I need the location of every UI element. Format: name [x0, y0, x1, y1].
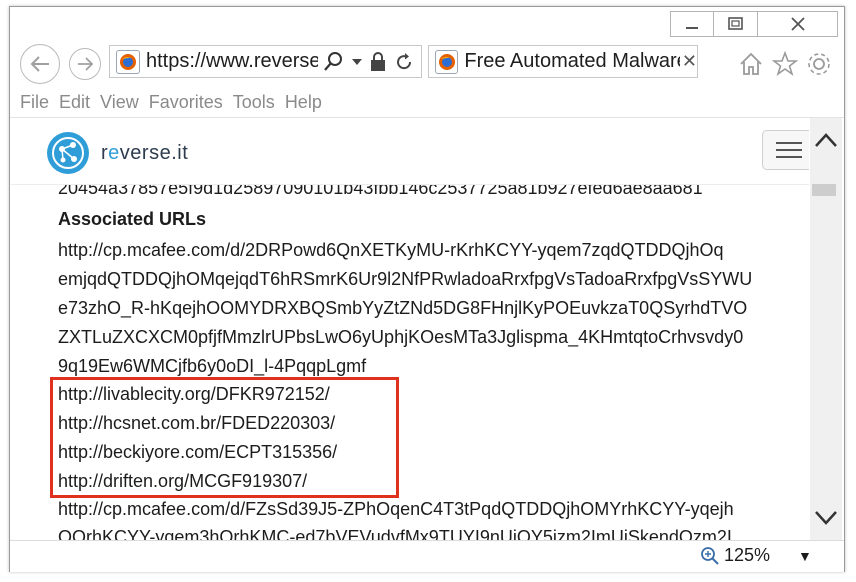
- url-line: http://cp.mcafee.com/d/FZsSd39J5-ZPhOqen…: [58, 499, 734, 519]
- home-icon[interactable]: [738, 51, 764, 77]
- zoom-control[interactable]: 125% ▼: [700, 545, 812, 566]
- firefox-icon: [120, 53, 136, 70]
- tab-close-icon[interactable]: ✕: [682, 51, 697, 72]
- minimize-icon: [686, 27, 698, 29]
- zoom-dropdown-icon[interactable]: ▼: [798, 548, 812, 564]
- tab-title[interactable]: Free Automated Malware ...: [464, 50, 680, 73]
- close-button[interactable]: [758, 11, 838, 37]
- firefox-icon: [438, 53, 455, 70]
- browser-window: https://www.reverse.it/ Free Automated M…: [9, 6, 845, 572]
- close-icon: [790, 17, 805, 31]
- hamburger-menu-button[interactable]: [762, 130, 809, 170]
- minimize-button[interactable]: [670, 11, 714, 37]
- arrow-right-icon: [78, 57, 94, 71]
- maximize-icon: [727, 17, 743, 30]
- site-favicon: [116, 49, 140, 74]
- url-line: http://cp.mcafee.com/d/2DRPowd6QnXETKyMU…: [58, 240, 724, 260]
- menu-help[interactable]: Help: [285, 92, 322, 113]
- zoom-icon: [701, 546, 719, 565]
- toolbar-right-icons: [738, 51, 832, 77]
- refresh-icon[interactable]: [394, 52, 414, 72]
- search-icon[interactable]: [322, 51, 344, 73]
- logo-text: reverse.it: [101, 141, 189, 164]
- hamburger-icon: [776, 142, 802, 144]
- associated-urls-heading: Associated URLs: [58, 209, 207, 229]
- menu-file[interactable]: File: [20, 92, 49, 113]
- logo-icon: [47, 132, 89, 174]
- highlight-box: [50, 377, 399, 498]
- vertical-scrollbar[interactable]: [810, 118, 842, 540]
- url-line: emjqdQTDDQjhOMqejqdT6hRSmrK6Ur9l2NfPRwla…: [58, 269, 753, 289]
- site-logo[interactable]: reverse.it: [45, 130, 188, 176]
- page-content: reverse.it 20454a37857e5f9d1d25897090101…: [11, 118, 809, 540]
- scroll-down-icon[interactable]: [814, 510, 838, 526]
- gear-icon[interactable]: [806, 51, 832, 77]
- menu-bar: File Edit View Favorites Tools Help: [10, 87, 844, 118]
- navigation-bar: https://www.reverse.it/ Free Automated M…: [10, 39, 844, 87]
- favorites-star-icon[interactable]: [772, 51, 798, 77]
- url-line: e73zhO_R-hKqejhOOMYDRXBQSmbYyZtZNd5DG8FH…: [58, 298, 748, 318]
- lock-icon[interactable]: [370, 51, 386, 72]
- dropdown-arrow-icon[interactable]: [352, 58, 362, 66]
- status-bar: 125% ▼: [10, 540, 844, 572]
- browser-tab[interactable]: Free Automated Malware ... ✕: [428, 45, 698, 78]
- menu-favorites[interactable]: Favorites: [149, 92, 223, 113]
- forward-button[interactable]: [69, 48, 101, 80]
- url-line: OOrhKCYY-yqem3hOrhKMC-ed7bVEVudvfMx9TUYI…: [58, 527, 732, 540]
- maximize-button[interactable]: [714, 11, 758, 37]
- tab-favicon: [435, 49, 459, 74]
- scroll-up-icon[interactable]: [814, 132, 838, 148]
- scroll-thumb[interactable]: [812, 184, 836, 196]
- menu-tools[interactable]: Tools: [233, 92, 275, 113]
- arrow-left-icon: [30, 56, 49, 72]
- site-header: reverse.it: [11, 118, 809, 185]
- url-line: ZXTLuZXCXCM0pfjfMmzlrUPbsLwO6yUphjKOesMT…: [58, 327, 744, 347]
- address-url[interactable]: https://www.reverse.it/: [146, 50, 318, 73]
- window-caption-buttons: [670, 11, 838, 37]
- zoom-level: 125%: [724, 545, 771, 565]
- menu-view[interactable]: View: [100, 92, 139, 113]
- address-bar[interactable]: https://www.reverse.it/: [109, 45, 422, 78]
- back-button[interactable]: [20, 44, 60, 84]
- menu-edit[interactable]: Edit: [59, 92, 90, 113]
